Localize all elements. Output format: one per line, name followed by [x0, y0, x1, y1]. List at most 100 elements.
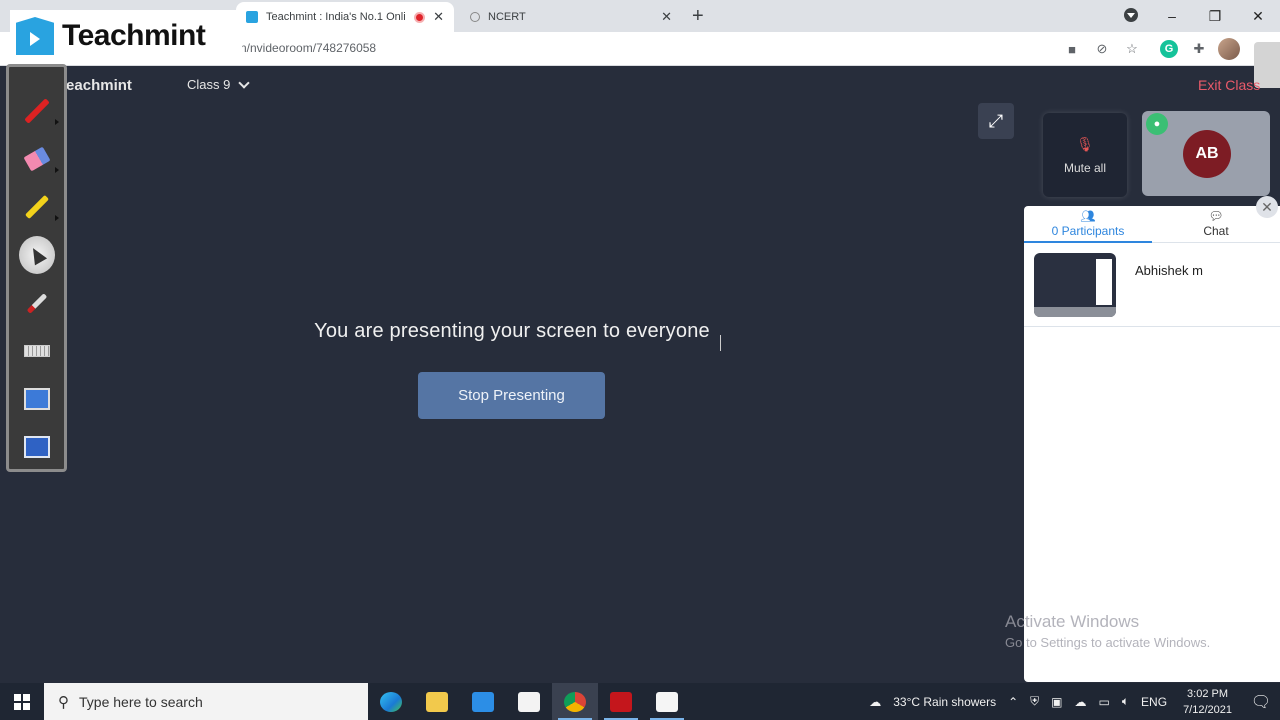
star-icon[interactable]: ☆: [1123, 40, 1141, 58]
screen-switch-icon: [23, 436, 50, 458]
watermark-subtitle: Go to Settings to activate Windows.: [1005, 635, 1211, 650]
tab-chat-label: Chat: [1203, 224, 1229, 238]
eraser-tool[interactable]: [19, 143, 59, 175]
submenu-arrow-icon: [54, 119, 59, 125]
tab-ncert[interactable]: NCERT ✕: [460, 2, 682, 32]
mic-off-icon: 🎙︎: [1076, 135, 1094, 152]
tab-teachmint[interactable]: Teachmint : India's No.1 Onli ✕: [236, 2, 454, 32]
close-tab-icon[interactable]: ✕: [661, 9, 672, 25]
tab-title: Teachmint : India's No.1 Onli: [266, 11, 406, 23]
grammarly-icon[interactable]: G: [1160, 40, 1178, 58]
class-select[interactable]: Class 9: [187, 76, 251, 92]
taskbar-file-explorer[interactable]: [414, 683, 460, 720]
teachmint-logo: Teachmint: [10, 10, 242, 62]
recording-icon: [414, 11, 426, 23]
notification-center-icon[interactable]: 🗨︎: [1242, 692, 1280, 712]
edge-icon: [380, 691, 402, 712]
minimize-button[interactable]: –: [1150, 0, 1194, 32]
search-placeholder: Type here to search: [79, 693, 203, 710]
whiteboard-icon: [656, 691, 678, 712]
store-icon: [518, 691, 540, 712]
cursor-arrow-icon: [18, 236, 55, 274]
pen-icon: [23, 98, 50, 124]
teachmint-logo-icon: [16, 17, 54, 55]
stop-presenting-button[interactable]: Stop Presenting: [418, 372, 605, 419]
show-hidden-icons[interactable]: ⌃: [1002, 695, 1024, 709]
new-tab-button[interactable]: +: [692, 5, 704, 28]
mail-icon: [472, 691, 494, 712]
onedrive-icon[interactable]: ☁: [1069, 695, 1093, 709]
search-icon: ⚲: [58, 693, 69, 711]
tab-participants[interactable]: 👥︎ 0 Participants: [1024, 206, 1152, 243]
address-bar[interactable]: n/nvideoroom/748276058: [240, 41, 376, 55]
weather-text[interactable]: 33°C Rain showers: [887, 695, 1002, 709]
battery-icon[interactable]: ▭: [1093, 695, 1116, 709]
submenu-arrow-icon: [54, 215, 59, 221]
eye-off-icon[interactable]: ⊘: [1093, 40, 1111, 58]
meet-now-icon[interactable]: ▣: [1045, 695, 1068, 709]
mute-all-button[interactable]: 🎙︎ Mute all: [1043, 113, 1127, 197]
chevron-down-icon: [238, 76, 251, 89]
weather-icon[interactable]: ☁: [863, 695, 887, 709]
screen-capture-tool[interactable]: [19, 383, 55, 415]
taskbar-search-input[interactable]: ⚲ Type here to search: [44, 683, 368, 720]
activate-windows-watermark: Activate Windows Go to Settings to activ…: [1005, 612, 1210, 650]
text-cursor-icon: [720, 335, 723, 351]
start-button[interactable]: [0, 683, 44, 720]
globe-icon: [470, 12, 480, 22]
keyboard-icon: [23, 345, 50, 357]
list-item[interactable]: Abhishek m: [1024, 243, 1280, 327]
pen-tool[interactable]: [19, 95, 59, 127]
language-indicator[interactable]: ENG: [1135, 695, 1173, 709]
restore-button[interactable]: ❐: [1193, 0, 1237, 32]
taskbar-store[interactable]: [506, 683, 552, 720]
brand-name: Teachmint: [58, 77, 132, 94]
fullscreen-expand-button[interactable]: ⤢: [978, 103, 1014, 139]
logo-text: Teachmint: [62, 19, 206, 52]
chrome-icon: [564, 691, 586, 712]
tab-participants-label: 0 Participants: [1051, 224, 1125, 238]
exit-class-button[interactable]: Exit Class: [1198, 77, 1260, 93]
highlighter-tool[interactable]: [19, 191, 59, 223]
screen-switch-tool[interactable]: [19, 431, 55, 463]
watermark-title: Activate Windows: [1005, 612, 1140, 631]
avatar: AB: [1183, 130, 1231, 178]
tab-search-icon[interactable]: [1124, 8, 1138, 22]
close-panel-button[interactable]: ✕: [1256, 196, 1278, 218]
close-tab-icon[interactable]: ✕: [433, 9, 444, 25]
laser-pointer-tool[interactable]: [19, 287, 55, 319]
security-icon[interactable]: ⛨: [1024, 694, 1045, 709]
laser-pointer-icon: [26, 292, 47, 314]
taskbar-edge[interactable]: [368, 683, 414, 720]
profile-avatar[interactable]: [1218, 38, 1240, 60]
drawing-toolbar: [6, 64, 67, 472]
close-icon: ✕: [1261, 198, 1273, 215]
participant-name: Abhishek m: [1135, 263, 1203, 278]
highlighter-icon: [24, 194, 49, 220]
windows-logo-icon: [14, 693, 30, 710]
taskbar-chrome[interactable]: [552, 683, 598, 720]
participant-thumbnail: [1034, 253, 1116, 317]
taskbar-acrobat[interactable]: [598, 683, 644, 720]
submenu-arrow-icon: [54, 167, 59, 173]
volume-muted-icon[interactable]: 🔈︎: [1116, 694, 1135, 709]
close-window-button[interactable]: ✕: [1236, 0, 1280, 32]
presenting-message: You are presenting your screen to everyo…: [314, 320, 710, 342]
tab-title: NCERT: [488, 11, 526, 23]
clock-date: 7/12/2021: [1183, 703, 1232, 716]
app-header: Teachmint Class 9 Exit Class: [0, 66, 1280, 106]
screen-capture-icon: [23, 388, 50, 410]
chat-icon: 💬︎: [1208, 209, 1224, 223]
user-video-tile[interactable]: ● AB: [1142, 111, 1270, 196]
acrobat-icon: [610, 691, 632, 712]
folder-icon: [426, 691, 448, 712]
clock[interactable]: 3:02 PM 7/12/2021: [1173, 686, 1242, 718]
mute-all-label: Mute all: [1063, 160, 1107, 175]
system-tray: ☁ 33°C Rain showers ⌃ ⛨ ▣ ☁ ▭ 🔈︎ ENG 3:0…: [863, 683, 1280, 720]
taskbar-mail[interactable]: [460, 683, 506, 720]
taskbar-whiteboard[interactable]: [644, 683, 690, 720]
extensions-icon[interactable]: ✚: [1190, 40, 1208, 58]
eraser-icon: [22, 146, 51, 172]
pointer-tool[interactable]: [18, 236, 55, 274]
camera-icon[interactable]: ■: [1063, 40, 1081, 58]
